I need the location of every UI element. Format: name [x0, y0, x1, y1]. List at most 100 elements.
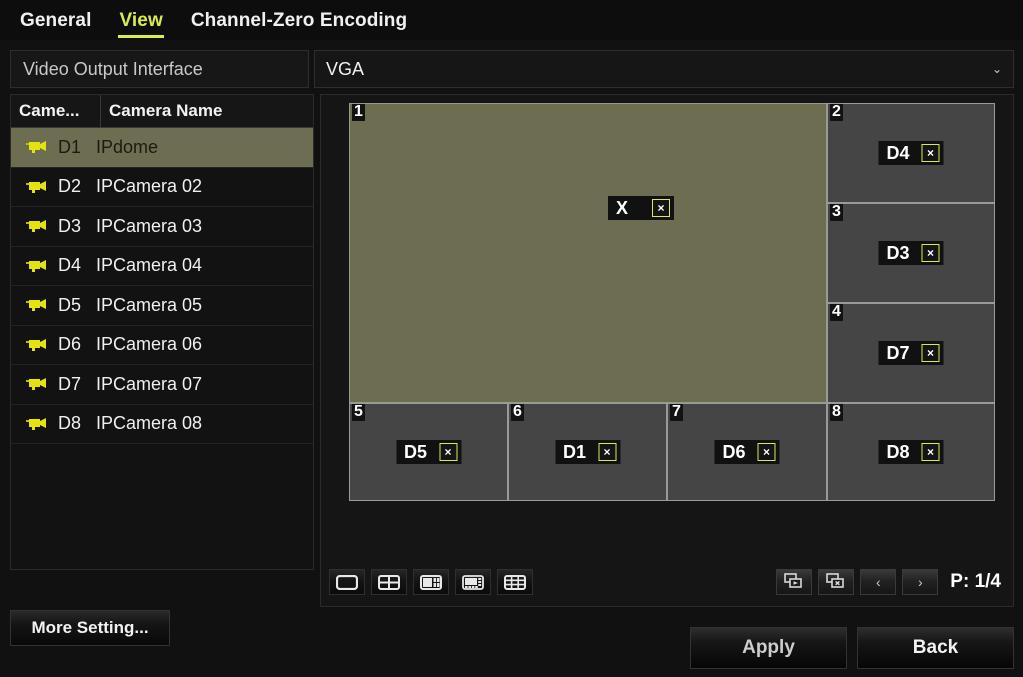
layout-cell-number: 6: [511, 403, 524, 421]
tab-channel-zero-encoding[interactable]: Channel-Zero Encoding: [177, 6, 421, 34]
camera-icon: [26, 338, 46, 351]
camera-id: D7: [58, 373, 82, 394]
start-tour-button[interactable]: [776, 569, 813, 595]
layout-cell-number: 2: [830, 103, 843, 121]
video-output-interface-select[interactable]: VGA ⌄: [314, 50, 1014, 88]
footer-buttons: Apply Back: [690, 627, 1014, 669]
close-icon[interactable]: ×: [757, 443, 776, 461]
camera-id: D6: [58, 334, 82, 355]
camera-row-d8[interactable]: D8 IPCamera 08: [11, 405, 313, 444]
camera-id: D3: [58, 215, 82, 236]
camera-id: D1: [58, 136, 82, 157]
layout-cell-number: 1: [352, 103, 365, 121]
layout-preview-panel: 1 X × 2 D4 × 3 D3 × 4 D7 × 5 D5 × 6 D1 ×…: [320, 94, 1014, 607]
layout-cell-6[interactable]: 6 D1 ×: [508, 403, 667, 501]
next-page-button[interactable]: ›: [902, 569, 939, 595]
camera-id: D5: [58, 294, 82, 315]
video-output-interface-label: Video Output Interface: [10, 50, 309, 88]
camera-row-d4[interactable]: D4 IPCamera 04: [11, 247, 313, 286]
preview-toolbar: ‹ › P: 1/4: [321, 558, 1013, 606]
layout-1plus5-icon: [420, 574, 442, 590]
close-icon[interactable]: ×: [921, 344, 940, 362]
camera-name: IPdome: [96, 136, 159, 157]
layout-cell-4[interactable]: 4 D7 ×: [827, 303, 995, 403]
camera-row-d6[interactable]: D6 IPCamera 06: [11, 326, 313, 365]
layout-cell-3[interactable]: 3 D3 ×: [827, 203, 995, 303]
tab-general[interactable]: General: [6, 6, 105, 34]
layout-cell-camera-label: D4: [886, 143, 910, 163]
layout-cell-2[interactable]: 2 D4 ×: [827, 103, 995, 203]
camera-icon: [26, 180, 46, 193]
stop-tour-button[interactable]: [818, 569, 855, 595]
camera-name: IPCamera 04: [96, 255, 203, 276]
camera-row-d7[interactable]: D7 IPCamera 07: [11, 365, 313, 405]
camera-row-d1[interactable]: D1 IPdome: [11, 128, 313, 168]
layout-cell-number: 7: [670, 403, 683, 421]
video-output-row: Video Output Interface VGA ⌄: [10, 50, 1014, 88]
layout-cell-camera-label: D3: [886, 243, 910, 263]
layout-cell-8[interactable]: 8 D8 ×: [827, 403, 995, 501]
tab-view[interactable]: View: [105, 6, 176, 38]
start-tour-icon: [784, 572, 804, 592]
layout-1x1-icon: [336, 574, 358, 590]
camera-name: IPCamera 02: [96, 176, 203, 197]
layout-cell-7[interactable]: 7 D6 ×: [667, 403, 827, 501]
camera-icon: [26, 299, 46, 312]
close-icon[interactable]: ×: [921, 443, 940, 461]
camera-list-header: Came... Camera Name: [11, 95, 313, 128]
more-setting-button[interactable]: More Setting...: [10, 610, 170, 646]
layout-1plus5-button[interactable]: [413, 569, 449, 595]
column-header-camera-id: Came...: [11, 95, 101, 127]
layout-cell-camera-label: D5: [403, 442, 428, 462]
camera-row-d5[interactable]: D5 IPCamera 05: [11, 286, 313, 326]
layout-cell-number: 3: [830, 203, 843, 221]
layout-cell-tag: D5 ×: [395, 440, 462, 464]
camera-name: IPCamera 08: [96, 413, 203, 434]
close-icon[interactable]: ×: [598, 443, 617, 461]
camera-icon: [26, 378, 46, 391]
layout-2x2-icon: [378, 574, 400, 590]
layout-cell-tag: X ×: [607, 196, 674, 221]
camera-name: IPCamera 07: [96, 373, 203, 394]
layout-cell-camera-label: D7: [886, 343, 910, 363]
layout-cell-number: 8: [830, 403, 843, 421]
back-button[interactable]: Back: [857, 627, 1014, 669]
column-header-camera-name: Camera Name: [109, 101, 223, 120]
camera-list-panel: Came... Camera Name D1 IPdome D2 IPCamer…: [10, 94, 314, 570]
layout-2x2-button[interactable]: [371, 569, 407, 595]
layout-cell-tag: D1 ×: [554, 440, 621, 464]
camera-name: IPCamera 05: [96, 294, 203, 315]
close-icon[interactable]: ×: [921, 144, 940, 162]
close-icon[interactable]: ×: [439, 443, 458, 461]
layout-cell-camera-label: D8: [886, 442, 910, 462]
camera-name: IPCamera 06: [96, 334, 203, 355]
layout-1plus7-button[interactable]: [455, 569, 491, 595]
close-icon[interactable]: ×: [921, 244, 940, 262]
layout-grid-button[interactable]: [497, 569, 533, 595]
layout-cell-5[interactable]: 5 D5 ×: [349, 403, 508, 501]
layout-cell-camera-label: X: [615, 198, 628, 219]
page-indicator: P: 1/4: [950, 571, 1001, 592]
camera-id: D2: [58, 176, 82, 197]
close-icon[interactable]: ×: [651, 199, 670, 218]
layout-cell-tag: D6 ×: [714, 440, 780, 464]
layout-cell-tag: D3 ×: [878, 241, 944, 265]
chevron-down-icon[interactable]: ⌄: [992, 63, 1002, 75]
camera-id: D8: [58, 413, 82, 434]
video-output-interface-value: VGA: [326, 58, 365, 79]
camera-icon: [26, 141, 46, 154]
layout-cell-tag: D8 ×: [878, 440, 944, 464]
camera-icon: [26, 259, 46, 272]
camera-row-d2[interactable]: D2 IPCamera 02: [11, 168, 313, 207]
apply-button[interactable]: Apply: [690, 627, 847, 669]
layout-cell-1[interactable]: 1 X ×: [349, 103, 827, 403]
camera-icon: [26, 220, 46, 233]
layout-1x1-button[interactable]: [329, 569, 365, 595]
layout-grid-icon: [504, 574, 526, 590]
camera-icon: [26, 417, 46, 430]
settings-content: Video Output Interface VGA ⌄ Came... Cam…: [0, 40, 1023, 677]
previous-page-button[interactable]: ‹: [860, 569, 897, 595]
layout-1plus7-icon: [462, 574, 484, 590]
camera-row-d3[interactable]: D3 IPCamera 03: [11, 207, 313, 247]
camera-id: D4: [58, 255, 82, 276]
